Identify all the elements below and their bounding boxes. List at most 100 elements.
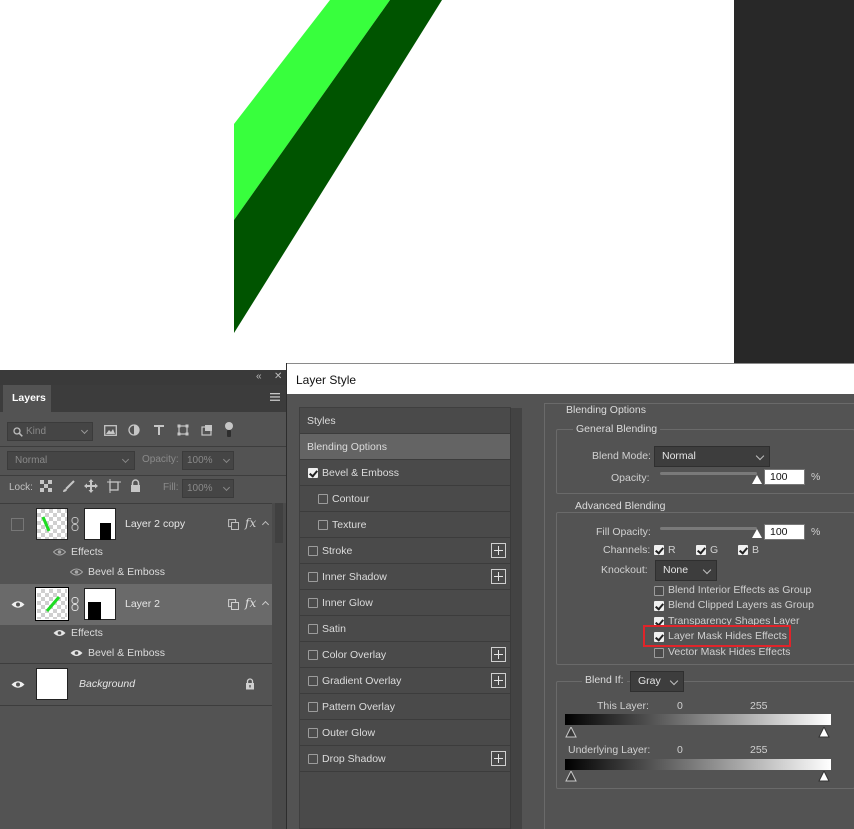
style-item-stroke[interactable]: Stroke bbox=[300, 538, 510, 564]
opacity-slider-track[interactable] bbox=[660, 472, 757, 475]
link-chain-icon[interactable] bbox=[71, 517, 79, 531]
style-checkbox[interactable] bbox=[308, 728, 318, 738]
underlying-white-slider[interactable] bbox=[818, 771, 830, 782]
fill-opacity-slider-track[interactable] bbox=[660, 527, 757, 530]
opacity-input[interactable]: 100 bbox=[764, 469, 805, 485]
blend-mode-select[interactable]: Normal bbox=[7, 451, 135, 470]
panel-menu-icon[interactable] bbox=[270, 392, 280, 402]
style-checkbox[interactable] bbox=[308, 702, 318, 712]
style-item-styles[interactable]: Styles bbox=[300, 408, 510, 434]
style-checkbox[interactable] bbox=[308, 754, 318, 764]
add-effect-button[interactable] bbox=[491, 751, 506, 766]
style-checkbox[interactable] bbox=[308, 624, 318, 634]
lock-all-icon[interactable] bbox=[130, 479, 141, 492]
image-filter-icon[interactable] bbox=[104, 425, 117, 436]
effects-row[interactable]: Effects bbox=[0, 623, 272, 643]
collapse-effects-icon[interactable] bbox=[261, 600, 270, 609]
add-effect-button[interactable] bbox=[491, 543, 506, 558]
close-panel-button[interactable]: ✕ bbox=[274, 371, 282, 382]
style-item-inner-glow[interactable]: Inner Glow bbox=[300, 590, 510, 616]
lock-position-icon[interactable] bbox=[84, 479, 98, 493]
fx-icon[interactable]: fx bbox=[245, 516, 256, 530]
link-chain-icon[interactable] bbox=[71, 597, 79, 611]
style-item-contour[interactable]: Contour bbox=[300, 486, 510, 512]
eye-icon[interactable] bbox=[53, 629, 66, 637]
fx-icon[interactable]: fx bbox=[245, 596, 256, 610]
style-item-blending-options[interactable]: Blending Options bbox=[300, 434, 510, 460]
channel-r-checkbox[interactable] bbox=[654, 545, 664, 555]
fill-opacity-slider-handle[interactable] bbox=[752, 529, 762, 538]
eye-icon[interactable] bbox=[53, 548, 66, 556]
layer-name[interactable]: Layer 2 copy bbox=[125, 518, 185, 530]
lock-image-pixels-icon[interactable] bbox=[62, 480, 75, 493]
lock-icon[interactable] bbox=[245, 678, 255, 690]
layer-mask-thumbnail[interactable] bbox=[84, 588, 116, 620]
blend-mode-select[interactable]: Normal bbox=[654, 446, 770, 467]
style-checkbox[interactable] bbox=[308, 598, 318, 608]
option-checkbox-blend-interior-effects-as-group[interactable] bbox=[654, 586, 664, 596]
visibility-toggle-empty[interactable] bbox=[11, 518, 24, 531]
opacity-input[interactable]: 100% bbox=[182, 451, 234, 470]
channel-b-checkbox[interactable] bbox=[738, 545, 748, 555]
adjustment-filter-icon[interactable] bbox=[128, 424, 140, 436]
lock-transparent-pixels-icon[interactable] bbox=[40, 480, 52, 492]
effect-row-bevel-emboss[interactable]: Bevel & Emboss bbox=[0, 643, 272, 663]
layer-thumbnail[interactable] bbox=[36, 668, 68, 700]
add-effect-button[interactable] bbox=[491, 569, 506, 584]
style-item-outer-glow[interactable]: Outer Glow bbox=[300, 720, 510, 746]
filter-kind-select[interactable]: Kind bbox=[7, 422, 93, 441]
tab-layers[interactable]: Layers bbox=[3, 385, 51, 412]
style-item-satin[interactable]: Satin bbox=[300, 616, 510, 642]
layers-scroll-thumb[interactable] bbox=[275, 503, 283, 543]
smart-object-filter-icon[interactable] bbox=[201, 424, 213, 436]
eye-icon[interactable] bbox=[11, 600, 25, 609]
style-checkbox[interactable] bbox=[308, 650, 318, 660]
style-item-inner-shadow[interactable]: Inner Shadow bbox=[300, 564, 510, 590]
add-effect-button[interactable] bbox=[491, 647, 506, 662]
fill-opacity-input[interactable]: 100 bbox=[764, 524, 805, 540]
style-checkbox[interactable] bbox=[308, 572, 318, 582]
collapse-panel-button[interactable]: « bbox=[256, 371, 262, 382]
style-item-color-overlay[interactable]: Color Overlay bbox=[300, 642, 510, 668]
fill-input[interactable]: 100% bbox=[182, 479, 234, 498]
layer-row-background[interactable]: Background bbox=[0, 664, 272, 705]
underlying-layer-gradient[interactable] bbox=[565, 759, 831, 770]
effects-row[interactable]: Effects bbox=[0, 542, 272, 562]
layer-row-layer-2-copy[interactable]: Layer 2 copy fx bbox=[0, 504, 272, 545]
type-filter-icon[interactable] bbox=[153, 424, 165, 436]
layer-row-layer-2[interactable]: Layer 2 fx bbox=[0, 584, 272, 625]
layer-thumbnail[interactable] bbox=[36, 508, 68, 540]
underlying-black-slider[interactable] bbox=[565, 771, 577, 782]
effect-row-bevel-emboss[interactable]: Bevel & Emboss bbox=[0, 562, 272, 582]
eye-icon[interactable] bbox=[70, 568, 83, 576]
add-effect-button[interactable] bbox=[491, 673, 506, 688]
option-checkbox-blend-clipped-layers-as-group[interactable] bbox=[654, 601, 664, 611]
style-checkbox[interactable] bbox=[318, 520, 328, 530]
style-item-gradient-overlay[interactable]: Gradient Overlay bbox=[300, 668, 510, 694]
layer-name[interactable]: Layer 2 bbox=[125, 598, 160, 610]
layer-thumbnail[interactable] bbox=[35, 587, 69, 621]
shape-filter-icon[interactable] bbox=[177, 424, 189, 436]
knockout-select[interactable]: None bbox=[655, 560, 717, 581]
document-canvas[interactable] bbox=[0, 0, 734, 364]
channel-g-checkbox[interactable] bbox=[696, 545, 706, 555]
style-checkbox[interactable] bbox=[308, 468, 318, 478]
option-checkbox-vector-mask-hides-effects[interactable] bbox=[654, 648, 664, 658]
layers-scrollbar[interactable] bbox=[272, 503, 286, 829]
style-checkbox[interactable] bbox=[318, 494, 328, 504]
layer-mask-thumbnail[interactable] bbox=[84, 508, 116, 540]
style-item-drop-shadow[interactable]: Drop Shadow bbox=[300, 746, 510, 772]
eye-icon[interactable] bbox=[70, 649, 83, 657]
this-layer-white-slider[interactable] bbox=[818, 727, 830, 738]
eye-icon[interactable] bbox=[11, 680, 25, 689]
filter-toggle-icon[interactable] bbox=[224, 421, 234, 438]
style-checkbox[interactable] bbox=[308, 676, 318, 686]
style-item-bevel-emboss[interactable]: Bevel & Emboss bbox=[300, 460, 510, 486]
styles-list-scrollbar[interactable] bbox=[510, 408, 522, 829]
layer-name[interactable]: Background bbox=[79, 678, 135, 690]
this-layer-gradient[interactable] bbox=[565, 714, 831, 725]
collapse-effects-icon[interactable] bbox=[261, 520, 270, 529]
this-layer-black-slider[interactable] bbox=[565, 727, 577, 738]
dialog-titlebar[interactable]: Layer Style bbox=[287, 363, 854, 394]
blend-if-select[interactable]: Gray bbox=[630, 671, 684, 692]
